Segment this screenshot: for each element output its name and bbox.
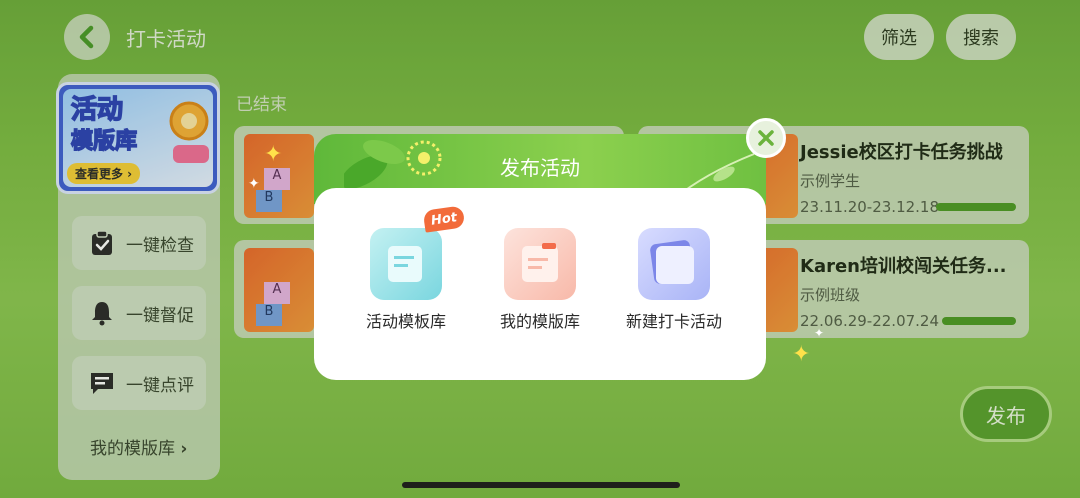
new-activity-option[interactable]: 新建打卡活动 bbox=[614, 228, 734, 332]
sparkle-icon: ✦ bbox=[792, 342, 811, 367]
modal-title: 发布活动 bbox=[500, 156, 580, 180]
template-icon bbox=[370, 228, 442, 300]
sparkle-icon: ✦ bbox=[264, 142, 283, 167]
sparkle-icon: ✦ bbox=[814, 326, 825, 340]
new-activity-label: 新建打卡活动 bbox=[625, 312, 722, 331]
sparkle-icon: ✦ bbox=[248, 176, 260, 192]
my-templates-label: 我的模版库 bbox=[499, 312, 580, 331]
my-template-icon bbox=[504, 228, 576, 300]
close-icon bbox=[758, 130, 774, 146]
close-button[interactable] bbox=[746, 118, 786, 158]
template-library-option[interactable]: 活动模板库 bbox=[346, 228, 466, 332]
new-activity-icon bbox=[638, 228, 710, 300]
template-library-label: 活动模板库 bbox=[365, 312, 446, 331]
my-templates-option[interactable]: 我的模版库 bbox=[480, 228, 600, 332]
